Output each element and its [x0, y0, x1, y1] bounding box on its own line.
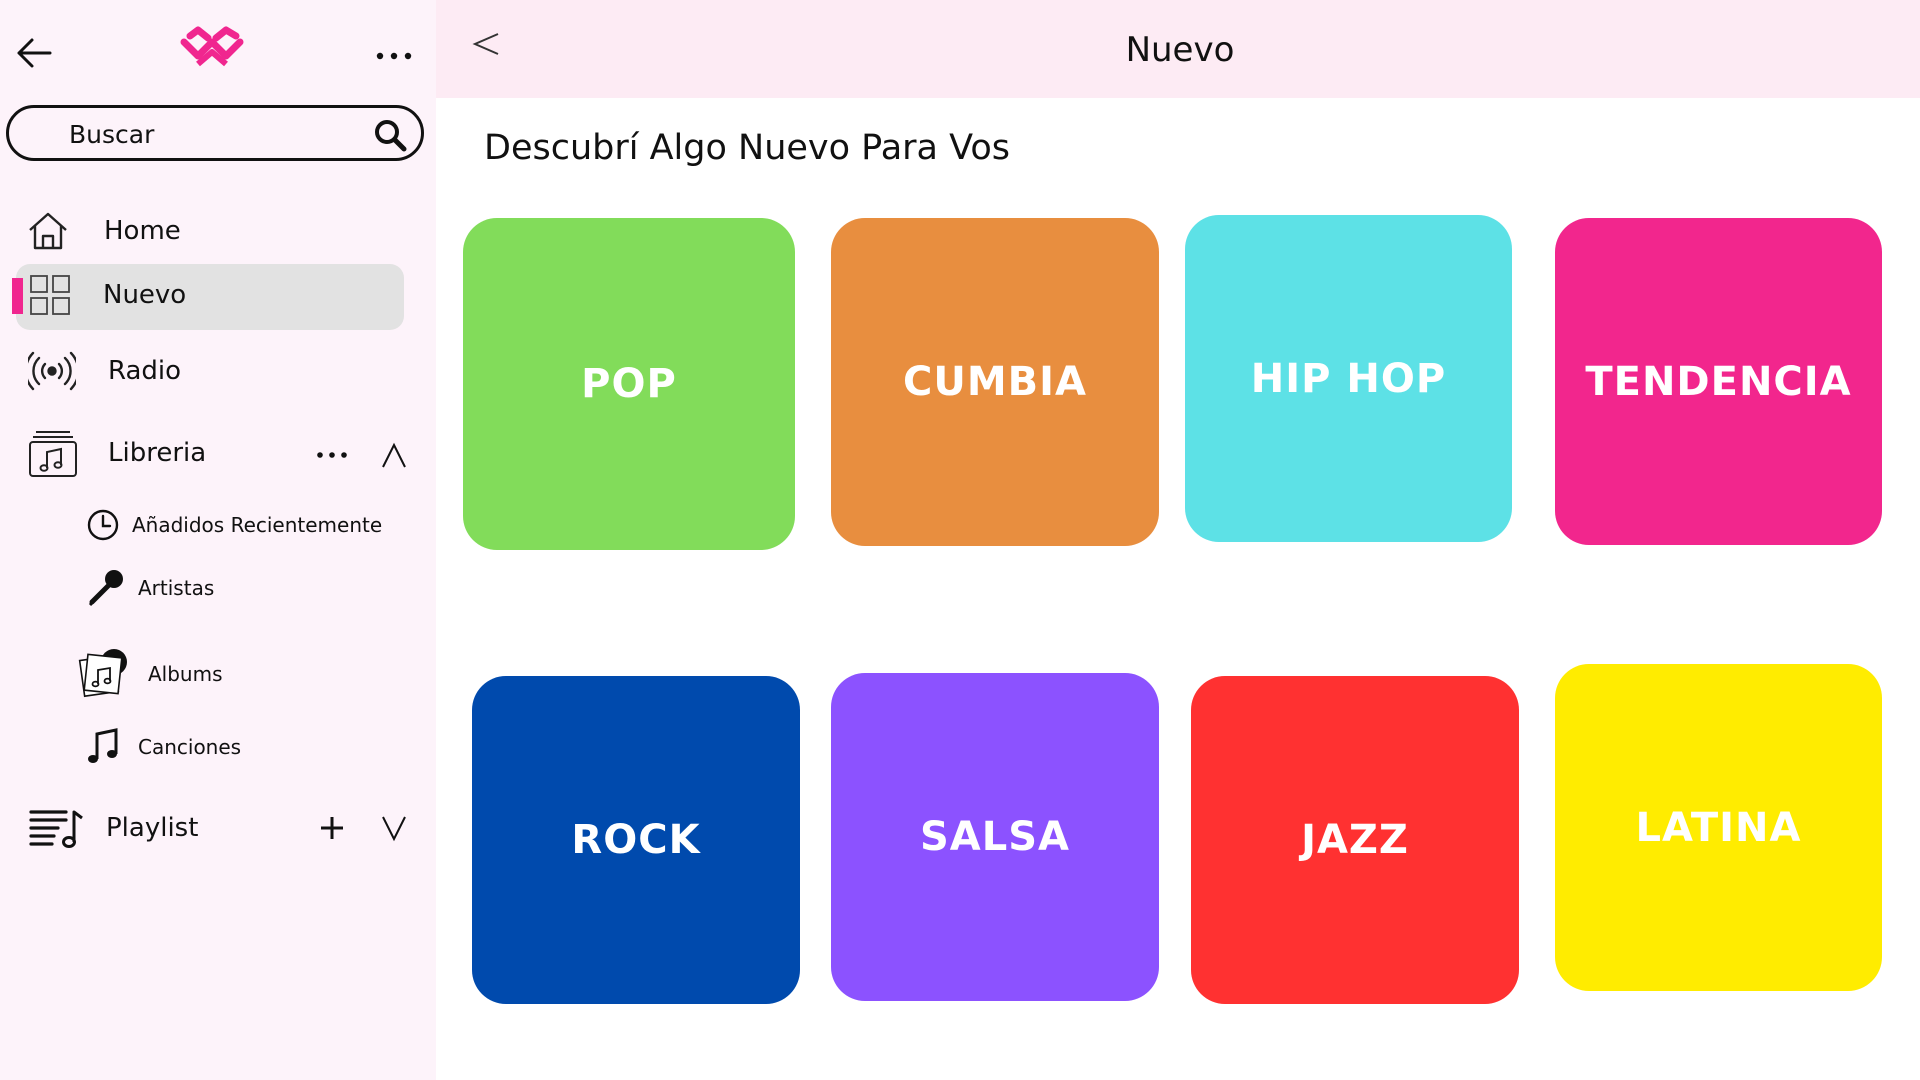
- nav-label-libreria: Libreria: [108, 438, 207, 468]
- chevron-left-icon: [472, 33, 499, 55]
- nav-item-libreria[interactable]: Libreria: [28, 428, 206, 478]
- genre-tile-hip-hop[interactable]: HIP HOP: [1185, 215, 1512, 542]
- library-item-recent[interactable]: Añadidos Recientemente: [86, 508, 382, 542]
- more-horizontal-icon: [376, 52, 412, 60]
- playlist-icon: [29, 810, 83, 848]
- chevron-up-icon[interactable]: [380, 442, 408, 470]
- brand-logo-icon: [180, 26, 244, 67]
- nav-item-radio[interactable]: Radio: [28, 349, 181, 393]
- genre-label-latina: LATINA: [1635, 804, 1802, 851]
- music-note-icon: [88, 728, 118, 763]
- genre-label-pop: POP: [581, 361, 677, 407]
- album-icon: [78, 649, 127, 698]
- genre-label-jazz: JAZZ: [1301, 817, 1409, 863]
- genre-label-cumbia: CUMBIA: [903, 359, 1087, 405]
- arrow-left-icon: [17, 38, 52, 68]
- sidebar-more-button[interactable]: [372, 40, 416, 70]
- music-library-icon: [29, 431, 77, 477]
- library-label-artists: Artistas: [138, 576, 215, 600]
- chevron-down-icon[interactable]: [380, 814, 408, 842]
- page-title: Nuevo: [1125, 30, 1235, 70]
- nav-item-nuevo[interactable]: Nuevo: [30, 275, 186, 315]
- library-item-artists[interactable]: Artistas: [86, 568, 214, 608]
- plus-icon[interactable]: [318, 814, 346, 842]
- library-label-songs: Canciones: [138, 735, 242, 759]
- nav-label-nuevo: Nuevo: [103, 280, 187, 310]
- library-item-songs[interactable]: Canciones: [86, 728, 241, 766]
- genre-tile-latina[interactable]: LATINA: [1555, 664, 1882, 991]
- genre-tile-tendencia[interactable]: TENDENCIA: [1555, 218, 1882, 545]
- brand-logo: [178, 24, 246, 74]
- nav-label-playlist: Playlist: [106, 813, 199, 843]
- grid-icon: [30, 275, 70, 315]
- library-label-recent: Añadidos Recientemente: [132, 513, 383, 537]
- library-label-albums: Albums: [148, 662, 223, 686]
- genre-tile-cumbia[interactable]: CUMBIA: [831, 218, 1159, 546]
- nav-item-playlist[interactable]: Playlist: [28, 806, 198, 850]
- header-back-button[interactable]: [470, 28, 504, 62]
- search-input[interactable]: [67, 116, 371, 152]
- genre-label-rock: ROCK: [571, 817, 701, 863]
- genre-label-hip-hop: HIP HOP: [1250, 355, 1447, 402]
- genre-label-tendencia: TENDENCIA: [1585, 358, 1852, 405]
- active-indicator: [12, 278, 23, 314]
- microphone-icon: [88, 570, 123, 607]
- library-item-albums[interactable]: Albums: [78, 646, 223, 702]
- clock-icon: [87, 509, 119, 541]
- radio-broadcast-icon: [28, 351, 76, 391]
- search-box: [6, 105, 424, 161]
- genre-tile-rock[interactable]: ROCK: [472, 676, 800, 1004]
- genre-tile-salsa[interactable]: SALSA: [831, 673, 1159, 1001]
- search-icon[interactable]: [373, 118, 407, 152]
- nav-label-radio: Radio: [108, 356, 182, 386]
- libreria-more-button[interactable]: [314, 440, 350, 470]
- nav-label-home: Home: [104, 216, 181, 246]
- home-icon: [29, 212, 67, 250]
- section-title: Descubrí Algo Nuevo Para Vos: [484, 128, 1010, 168]
- nav-item-home[interactable]: Home: [26, 210, 181, 252]
- sidebar-back-button[interactable]: [14, 34, 54, 72]
- genre-tile-jazz[interactable]: JAZZ: [1191, 676, 1519, 1004]
- genre-label-salsa: SALSA: [919, 814, 1071, 860]
- genre-tile-pop[interactable]: POP: [463, 218, 795, 550]
- sidebar: Home Nuevo Radio: [0, 0, 436, 1080]
